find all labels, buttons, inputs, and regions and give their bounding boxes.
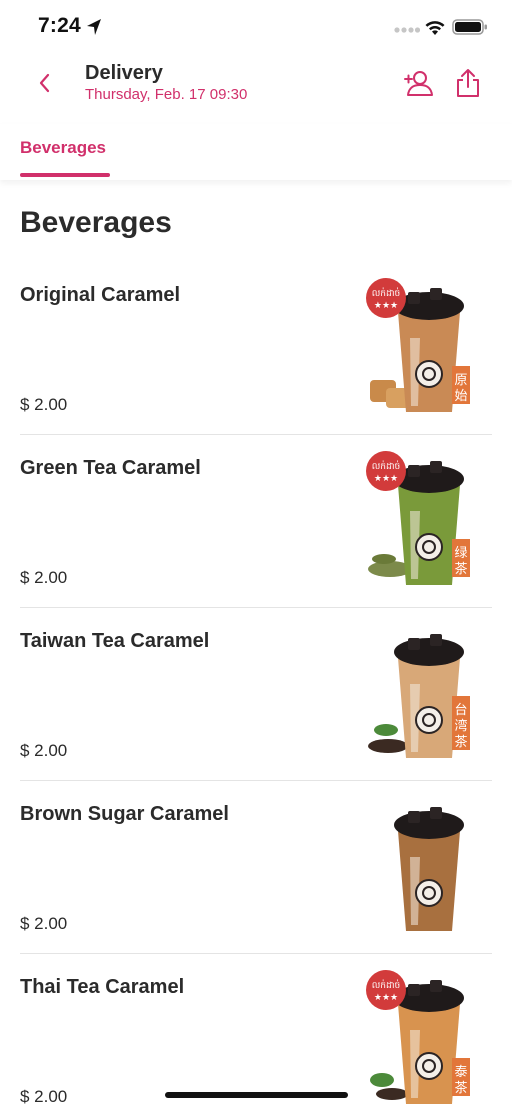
flavor-label-char: 原	[454, 373, 467, 388]
tab-beverages[interactable]: Beverages	[20, 138, 106, 158]
menu-item[interactable]: Thai Tea Caramel $ 2.00 លក់ដាច់ ★★★ 泰茶	[0, 954, 512, 1108]
share-button[interactable]	[451, 66, 485, 100]
flavor-label-char: 茶	[454, 1080, 467, 1096]
garnish	[372, 554, 396, 564]
jelly-cube	[430, 461, 442, 473]
item-name: Brown Sugar Caramel	[20, 803, 229, 825]
badge-stars: ★★★	[374, 993, 398, 1003]
product-image	[394, 807, 464, 931]
brand-logo	[415, 360, 443, 388]
category-tab-bar: Beverages	[0, 124, 512, 180]
brand-logo	[415, 533, 443, 561]
brand-logo	[415, 706, 443, 734]
flavor-label-char: 湾	[454, 718, 467, 734]
product-image: លក់ដាច់ ★★★ 泰茶	[366, 970, 470, 1104]
home-indicator	[165, 1092, 348, 1098]
item-name: Green Tea Caramel	[20, 457, 201, 479]
menu-item[interactable]: Brown Sugar Caramel $ 2.00	[0, 781, 512, 954]
brand-logo	[415, 1052, 443, 1080]
jelly-cube	[430, 980, 442, 992]
wifi-icon	[425, 21, 445, 35]
section-title: Beverages	[20, 206, 172, 239]
item-price: $ 2.00	[20, 1087, 68, 1106]
location-arrow-icon	[87, 19, 101, 35]
product-image: លក់ដាច់ ★★★ 绿茶	[366, 451, 470, 585]
status-time: 7:24	[38, 14, 81, 37]
item-name: Taiwan Tea Caramel	[20, 630, 210, 652]
chevron-left-icon	[39, 73, 50, 93]
delivery-time[interactable]: Thursday, Feb. 17 09:30	[85, 86, 247, 103]
garnish	[370, 1073, 394, 1087]
badge-stars: ★★★	[374, 474, 398, 484]
badge-text: លក់ដាច់	[372, 460, 401, 472]
jelly-cube	[408, 638, 420, 650]
item-name: Thai Tea Caramel	[20, 976, 185, 998]
add-user-button[interactable]	[401, 66, 435, 100]
status-bar: 7:24	[0, 0, 512, 54]
item-price: $ 2.00	[20, 395, 68, 414]
jelly-top	[394, 811, 464, 839]
flavor-label-char: 茶	[454, 561, 467, 577]
item-price: $ 2.00	[20, 568, 68, 587]
badge-stars: ★★★	[374, 301, 398, 311]
brand-logo	[415, 879, 443, 907]
back-button[interactable]	[30, 68, 60, 98]
product-image: លក់ដាច់ ★★★ 原始	[366, 278, 470, 412]
jelly-cube	[408, 465, 420, 477]
share-icon	[457, 69, 479, 97]
jelly-top	[394, 638, 464, 666]
flavor-label-char: 台	[454, 703, 467, 718]
flavor-label-char: 泰	[454, 1065, 467, 1080]
menu-item[interactable]: Original Caramel $ 2.00 លក់ដាច់ ★★★ 原始	[0, 262, 512, 435]
item-price: $ 2.00	[20, 914, 68, 933]
garnish	[376, 1088, 408, 1100]
header: Delivery Thursday, Feb. 17 09:30	[0, 54, 512, 118]
badge-text: លក់ដាច់	[372, 287, 401, 299]
menu-item[interactable]: Green Tea Caramel $ 2.00 លក់ដាច់ ★★★ 绿茶	[0, 435, 512, 608]
item-price: $ 2.00	[20, 741, 68, 760]
jelly-cube	[430, 288, 442, 300]
jelly-cube	[430, 634, 442, 646]
battery-icon	[452, 19, 487, 35]
badge-text: លក់ដាច់	[372, 979, 401, 991]
flavor-label-char: 茶	[454, 734, 467, 750]
garnish	[374, 724, 398, 736]
item-name: Original Caramel	[20, 284, 181, 306]
tab-active-indicator	[20, 173, 110, 177]
signal-icon	[394, 27, 420, 33]
add-user-icon	[404, 71, 433, 96]
flavor-label-char: 绿	[454, 546, 467, 561]
jelly-cube	[408, 811, 420, 823]
product-image: 台湾茶	[368, 634, 470, 758]
jelly-cube	[408, 292, 420, 304]
page-title: Delivery	[85, 62, 163, 84]
menu-item[interactable]: Taiwan Tea Caramel $ 2.00 台湾茶	[0, 608, 512, 781]
jelly-cube	[430, 807, 442, 819]
garnish	[368, 739, 408, 753]
menu-list: Original Caramel $ 2.00 លក់ដាច់ ★★★ 原始 Gre…	[0, 262, 512, 1108]
jelly-cube	[408, 984, 420, 996]
flavor-label-char: 始	[454, 389, 467, 404]
